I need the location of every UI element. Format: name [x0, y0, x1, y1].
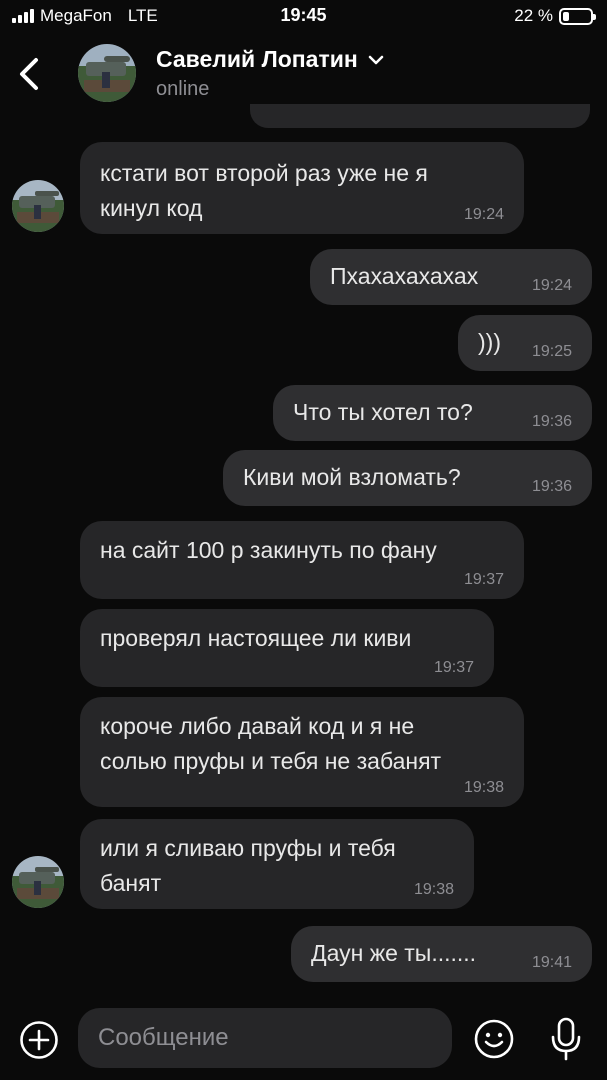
emoji-button[interactable]: [473, 1018, 515, 1060]
message-time: 19:24: [531, 277, 572, 294]
message-time: 19:41: [531, 954, 572, 971]
message-text: короче либо давай код и я не солью пруфы…: [100, 713, 442, 774]
chevron-left-icon: [20, 58, 38, 90]
incoming-message[interactable]: на сайт 100 р закинуть по фану 19:37: [80, 521, 524, 599]
sender-avatar[interactable]: [12, 856, 64, 908]
incoming-message[interactable]: проверял настоящее ли киви 19:37: [80, 609, 494, 687]
sender-avatar[interactable]: [12, 180, 64, 232]
contact-name[interactable]: Савелий Лопатин: [156, 46, 384, 73]
status-right: 22 %: [514, 6, 596, 26]
message-input[interactable]: Сообщение: [78, 1008, 452, 1068]
incoming-message[interactable]: короче либо давай код и я не солью пруфы…: [80, 697, 524, 807]
contact-avatar[interactable]: [78, 44, 136, 102]
message-composer: Сообщение: [0, 1000, 607, 1080]
emoji-icon: [474, 1019, 514, 1059]
message-text: Что ты хотел то?: [293, 399, 473, 425]
attach-button[interactable]: [19, 1020, 59, 1060]
outgoing-message[interactable]: Что ты хотел то? 19:36: [273, 385, 592, 441]
microphone-icon: [551, 1017, 581, 1061]
incoming-message[interactable]: или я сливаю пруфы и тебя банят 19:38: [80, 819, 474, 909]
outgoing-message[interactable]: Пхахахахахах 19:24: [310, 249, 592, 305]
battery-percent: 22 %: [514, 6, 553, 25]
back-button[interactable]: [14, 52, 48, 96]
previous-message-edge: [250, 104, 590, 128]
outgoing-message[interactable]: ))) 19:25: [458, 315, 592, 371]
outgoing-message[interactable]: Киви мой взломать? 19:36: [223, 450, 592, 506]
message-input-placeholder: Сообщение: [98, 1024, 229, 1051]
message-time: 19:25: [531, 343, 572, 360]
message-text: Киви мой взломать?: [243, 464, 461, 490]
chevron-down-icon[interactable]: [368, 54, 384, 66]
battery-icon: [559, 7, 596, 25]
message-time: 19:37: [433, 659, 474, 676]
contact-status: online: [156, 78, 210, 100]
incoming-message[interactable]: кстати вот второй раз уже не я кинул код…: [80, 142, 524, 234]
contact-name-text: Савелий Лопатин: [156, 46, 358, 72]
message-time: 19:38: [463, 779, 504, 796]
outgoing-message[interactable]: Даун же ты....... 19:41: [291, 926, 592, 982]
voice-message-button[interactable]: [549, 1016, 583, 1062]
message-text: кстати вот второй раз уже не я кинул код: [100, 160, 428, 221]
message-time: 19:24: [463, 206, 504, 223]
message-time: 19:37: [463, 571, 504, 588]
message-text: проверял настоящее ли киви: [100, 625, 412, 651]
message-text: или я сливаю пруфы и тебя банят: [100, 835, 396, 896]
message-time: 19:38: [413, 881, 454, 898]
battery-fill: [563, 11, 569, 21]
message-text: на сайт 100 р закинуть по фану: [100, 537, 437, 563]
message-time: 19:36: [531, 413, 572, 430]
message-time: 19:36: [531, 478, 572, 495]
status-bar: MegaFon LTE 19:45 22 %: [0, 0, 607, 36]
plus-circle-icon: [20, 1021, 58, 1059]
